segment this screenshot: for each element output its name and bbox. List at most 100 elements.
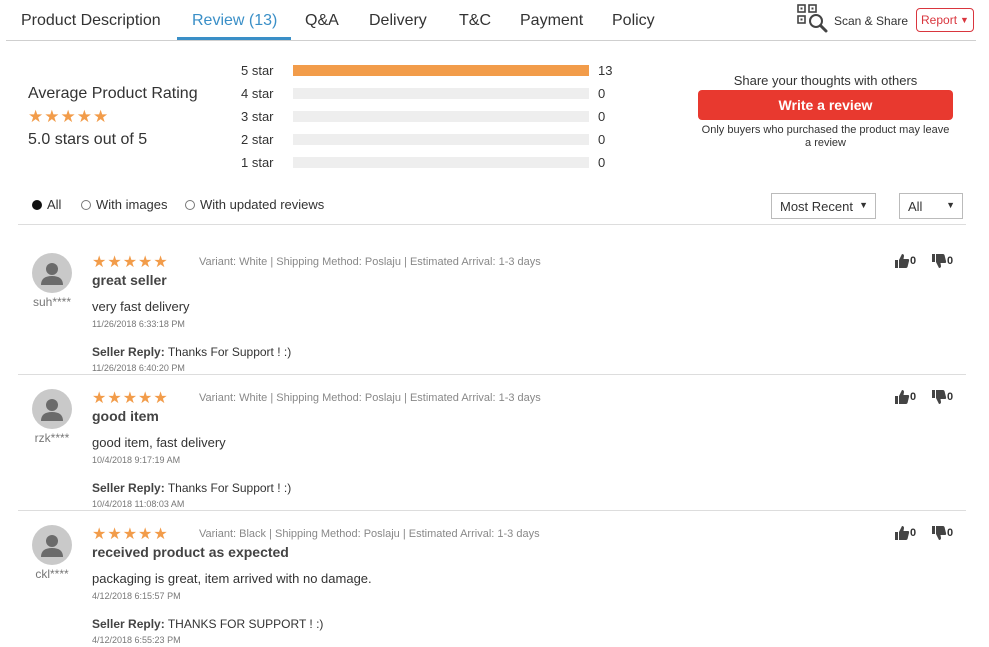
radio-unchecked-icon [185,199,195,210]
filter-label: With updated reviews [200,197,325,212]
rating-row-label: 1 star [241,155,274,170]
review-date: 11/26/2018 6:33:18 PM [92,319,185,329]
filter-label: All [47,197,62,212]
rating-row-3[interactable]: 3 star 0 [241,107,621,127]
rating-bar-track [293,134,589,145]
tab-product-description[interactable]: Product Description [21,12,161,30]
filter-all[interactable]: All [32,197,61,212]
helpful-count: 0 [910,527,917,539]
scan-share-label: Scan & Share [834,14,909,28]
reviewer-name: suh**** [32,295,72,309]
review-variant: Variant: Black | Shipping Method: Poslaj… [199,528,540,540]
rating-row-count: 0 [598,132,606,147]
review-body: good item, fast delivery [92,435,226,450]
rating-bar-track [293,111,589,122]
seller-reply-text: THANKS FOR SUPPORT ! :) [164,617,324,631]
buyers-only-note: Only buyers who purchased the product ma… [701,124,950,149]
seller-reply: Seller Reply: Thanks For Support ! :) [92,345,291,359]
average-star-icons: ★★★★★ [28,107,110,126]
thumbs-up-icon [895,526,910,540]
review-body: very fast delivery [92,299,190,314]
report-button[interactable]: Report ▼ [916,8,974,32]
seller-reply-date: 4/12/2018 6:55:23 PM [92,635,181,645]
tab-delivery[interactable]: Delivery [369,12,427,30]
user-icon [41,399,63,421]
seller-reply-date: 11/26/2018 6:40:20 PM [92,363,185,373]
radio-unchecked-icon [81,199,91,210]
active-tab-indicator [177,37,291,40]
review-date: 10/4/2018 9:17:19 AM [92,455,181,465]
rating-row-label: 4 star [241,86,274,101]
review-star-icons: ★★★★★ [92,390,169,407]
review-date: 4/12/2018 6:15:57 PM [92,591,181,601]
scan-share-button[interactable]: Scan & Share [797,3,909,39]
filter-with-images[interactable]: With images [81,197,168,212]
chevron-down-icon: ▼ [859,200,868,210]
seller-reply: Seller Reply: Thanks For Support ! :) [92,481,291,495]
rating-row-count: 0 [598,109,606,124]
tab-tnc[interactable]: T&C [459,12,491,30]
thumbs-down-icon [932,254,947,268]
write-review-button[interactable]: Write a review [698,90,953,120]
seller-reply-text: Thanks For Support ! :) [164,481,292,495]
not-helpful-count: 0 [947,391,954,403]
rating-bar-track [293,65,589,76]
review-variant: Variant: White | Shipping Method: Poslaj… [199,256,541,268]
sort-select[interactable]: Most Recent ▼ [771,193,876,219]
rating-row-count: 0 [598,86,606,101]
filter-with-updated-reviews[interactable]: With updated reviews [185,197,324,212]
rating-row-4[interactable]: 4 star 0 [241,84,621,104]
not-helpful-button[interactable]: 0 [931,253,953,269]
helpful-count: 0 [910,255,917,267]
average-rating-label: Average Product Rating [28,85,198,102]
seller-reply: Seller Reply: THANKS FOR SUPPORT ! :) [92,617,323,631]
not-helpful-button[interactable]: 0 [931,525,953,541]
review-title: great seller [92,272,167,288]
tab-payment[interactable]: Payment [520,12,583,30]
qr-magnifier-icon [797,3,829,39]
review-star-icons: ★★★★★ [92,526,169,543]
review-item: ckl**** ★★★★★ Variant: Black | Shipping … [18,511,966,647]
tab-qa[interactable]: Q&A [305,12,339,30]
tab-policy[interactable]: Policy [612,12,655,30]
tab-review[interactable]: Review (13) [192,12,277,30]
rating-row-5[interactable]: 5 star 13 [241,61,621,81]
seller-reply-label: Seller Reply: [92,617,165,631]
helpful-button[interactable]: 0 [894,253,916,269]
thumbs-down-icon [932,390,947,404]
helpful-count: 0 [910,391,917,403]
rating-bar-track [293,157,589,168]
reviewer-name: rzk**** [34,431,70,445]
reviewer-name: ckl**** [35,567,69,581]
rating-row-1[interactable]: 1 star 0 [241,153,621,173]
review-body: packaging is great, item arrived with no… [92,571,372,586]
report-label: Report [921,13,958,27]
rating-row-label: 5 star [241,63,274,78]
avatar [32,253,72,293]
rating-row-2[interactable]: 2 star 0 [241,130,621,150]
not-helpful-button[interactable]: 0 [931,389,953,405]
helpful-button[interactable]: 0 [894,525,916,541]
chevron-down-icon: ▼ [946,200,955,210]
thumbs-down-icon [932,526,947,540]
review-variant: Variant: White | Shipping Method: Poslaj… [199,392,541,404]
seller-reply-text: Thanks For Support ! :) [164,345,292,359]
helpful-button[interactable]: 0 [894,389,916,405]
average-rating-text: 5.0 stars out of 5 [28,131,148,148]
rating-filter-select[interactable]: All ▼ [899,193,963,219]
user-icon [41,263,63,285]
rating-row-count: 0 [598,155,606,170]
rating-bar-track [293,88,589,99]
filter-label: With images [96,197,168,212]
avatar [32,389,72,429]
sort-select-value: Most Recent [780,198,853,214]
rating-bar-fill [293,65,589,76]
user-icon [41,535,63,557]
not-helpful-count: 0 [947,255,954,267]
review-item: rzk**** ★★★★★ Variant: White | Shipping … [18,375,966,511]
review-title: good item [92,408,159,424]
caret-down-icon: ▼ [960,15,969,25]
divider [18,224,966,225]
share-thoughts-text: Share your thoughts with others [733,73,918,88]
rating-filter-value: All [908,198,923,214]
